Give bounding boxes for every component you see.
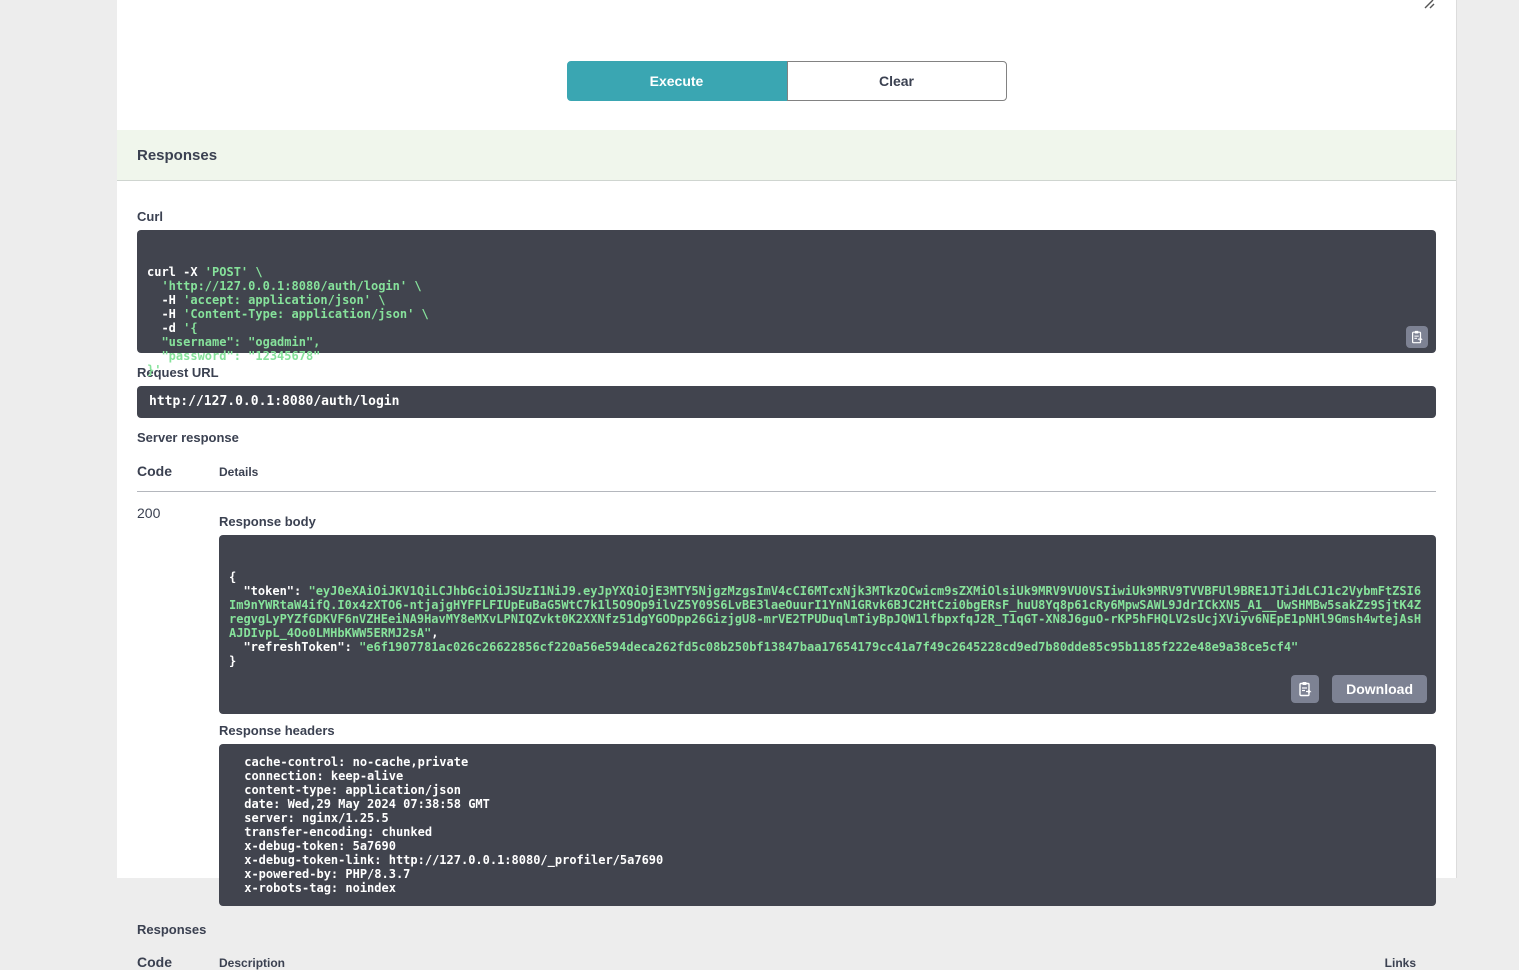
clipboard-copy-icon [1297,681,1313,697]
clipboard-copy-icon [1410,330,1424,344]
live-response-table-headers: Code Details [137,463,1436,479]
clear-button[interactable]: Clear [787,61,1007,101]
doc-description-header: Description [219,956,285,970]
response-headers-code-block: cache-control: no-cache,private connecti… [219,744,1436,906]
doc-code-header: Code [137,954,219,970]
curl-label: Curl [137,209,1436,224]
response-body-controls: Download [1291,675,1427,703]
doc-links-header: Links [1385,956,1436,970]
curl-code-block: curl -X 'POST' \ 'http://127.0.0.1:8080/… [137,230,1436,353]
server-response-label: Server response [137,430,1436,445]
response-body-label: Response body [219,514,1436,529]
execute-button[interactable]: Execute [567,61,787,101]
documented-responses-table-headers: Code Description Links [137,954,1436,970]
execute-wrapper: Execute Clear [117,0,1456,130]
request-url-value: http://127.0.0.1:8080/auth/login [137,386,1436,418]
curl-command-text: curl -X 'POST' \ 'http://127.0.0.1:8080/… [147,265,1426,377]
responses-inner: Curl curl -X 'POST' \ 'http://127.0.0.1:… [117,181,1456,970]
response-body-text: { "token": "eyJ0eXAiOiJKV1QiLCJhbGciOiJS… [229,570,1426,668]
live-response-row: 200 Response body { "token": "eyJ0eXAiOi… [137,492,1436,914]
live-response-details: Response body { "token": "eyJ0eXAiOiJKV1… [219,505,1436,914]
live-response-details-header: Details [219,465,258,479]
curl-copy-button[interactable] [1406,326,1428,348]
operation-content-panel: Execute Clear Responses Curl curl -X 'PO… [117,0,1457,878]
response-body-code-block: { "token": "eyJ0eXAiOiJKV1QiLCJhbGciOiJS… [219,535,1436,714]
download-button[interactable]: Download [1332,675,1427,703]
response-body-copy-button[interactable] [1291,675,1319,703]
responses-section-header: Responses [117,130,1456,181]
status-code: 200 [137,505,219,914]
textarea-resize-grip-icon[interactable] [1421,0,1435,6]
documented-responses-title: Responses [137,922,1436,937]
execute-clear-button-group: Execute Clear [567,61,1007,101]
response-headers-label: Response headers [219,723,1436,738]
live-response-code-header: Code [137,463,219,479]
responses-section-title: Responses [137,147,217,164]
